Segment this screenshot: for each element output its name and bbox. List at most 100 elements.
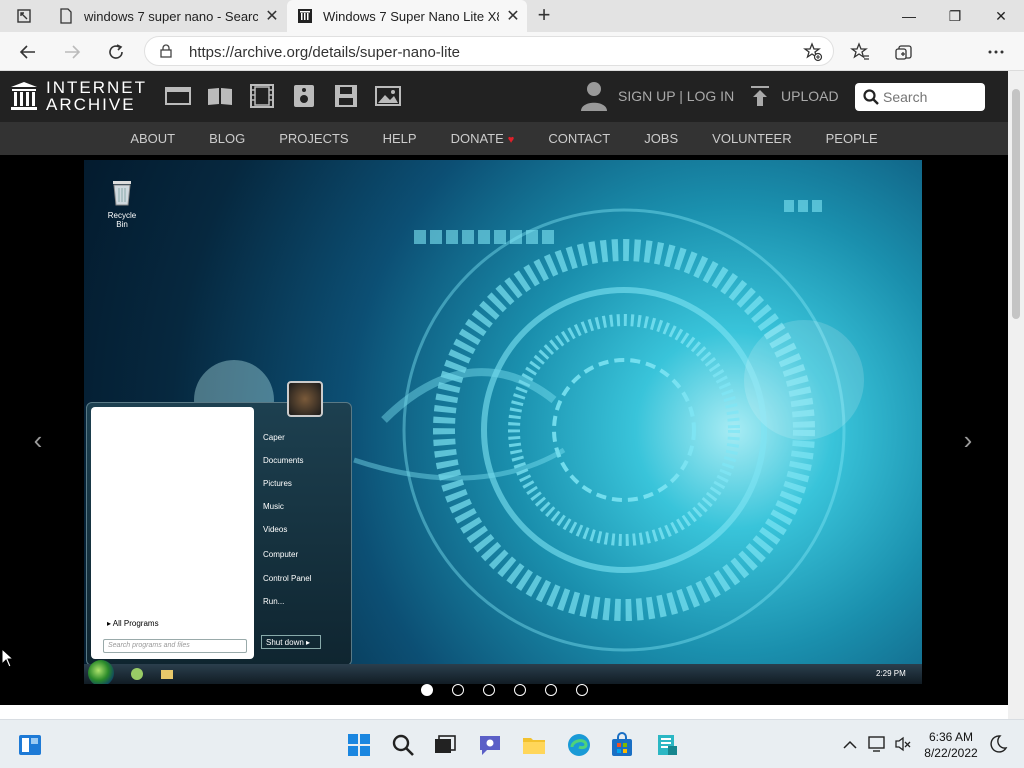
software-icon[interactable] bbox=[333, 84, 359, 108]
win7-start-orb[interactable] bbox=[88, 660, 114, 684]
nav-contact[interactable]: CONTACT bbox=[548, 131, 610, 146]
widgets-icon[interactable] bbox=[17, 732, 43, 758]
nav-about[interactable]: ABOUT bbox=[130, 131, 175, 146]
recycle-bin-desktop-icon[interactable]: Recycle Bin bbox=[102, 178, 142, 229]
audio-icon[interactable] bbox=[291, 84, 317, 108]
signup-login-link[interactable]: SIGN UP | LOG IN bbox=[618, 88, 734, 104]
browser-tabbar: windows 7 super nano - Search ✕ Windows … bbox=[0, 0, 1024, 32]
close-tab-icon[interactable]: ✕ bbox=[258, 6, 286, 26]
add-favorite-icon[interactable] bbox=[803, 42, 823, 62]
slide-dot[interactable] bbox=[420, 684, 433, 696]
start-item-run[interactable]: Run... bbox=[263, 597, 284, 606]
start-item-documents[interactable]: Documents bbox=[263, 456, 303, 465]
slide-dot[interactable] bbox=[544, 684, 557, 696]
windows-start-icon[interactable] bbox=[346, 732, 372, 758]
lock-icon bbox=[160, 44, 172, 58]
recycle-bin-icon bbox=[113, 181, 131, 206]
start-search-field[interactable]: Search programs and files bbox=[103, 639, 247, 653]
microsoft-store-icon[interactable] bbox=[609, 732, 635, 758]
edge-browser-icon[interactable] bbox=[566, 732, 592, 758]
start-item-computer[interactable]: Computer bbox=[263, 550, 298, 559]
slide-dot[interactable] bbox=[451, 684, 464, 696]
back-arrow-icon bbox=[19, 45, 35, 59]
system-clock[interactable]: 6:36 AM 8/22/2022 bbox=[916, 729, 986, 761]
win7-clock[interactable]: 2:29 PM bbox=[876, 669, 906, 678]
refresh-icon bbox=[109, 44, 123, 59]
start-item-music[interactable]: Music bbox=[263, 502, 284, 511]
tab-title: windows 7 super nano - Search bbox=[84, 8, 258, 24]
close-window-button[interactable]: ✕ bbox=[978, 0, 1024, 32]
refresh-button[interactable] bbox=[102, 38, 130, 66]
archive-app-icon[interactable] bbox=[654, 732, 680, 758]
upload-icon[interactable] bbox=[750, 85, 770, 107]
close-tab-icon[interactable]: ✕ bbox=[499, 6, 527, 26]
minimize-button[interactable]: — bbox=[886, 0, 932, 32]
ia-logo-icon[interactable] bbox=[10, 81, 38, 111]
prev-image-button[interactable]: ‹ bbox=[23, 425, 53, 456]
ia-search-box[interactable] bbox=[855, 83, 985, 111]
web-icon[interactable] bbox=[165, 84, 191, 108]
media-player-icon[interactable] bbox=[130, 667, 144, 681]
nav-jobs[interactable]: JOBS bbox=[644, 131, 678, 146]
more-menu-icon[interactable] bbox=[984, 40, 1008, 64]
new-tab-button[interactable]: + bbox=[532, 4, 556, 28]
nav-donate-label: DONATE bbox=[450, 131, 504, 146]
images-icon[interactable] bbox=[375, 84, 401, 108]
nav-projects[interactable]: PROJECTS bbox=[279, 131, 348, 146]
chevron-up-icon[interactable] bbox=[842, 737, 858, 753]
network-icon[interactable] bbox=[868, 735, 888, 753]
wordmark-line1: INTERNET bbox=[46, 78, 147, 97]
page-scrollbar[interactable] bbox=[1008, 71, 1024, 719]
restore-button[interactable]: ❐ bbox=[932, 0, 978, 32]
ia-header: INTERNET ARCHIVE SIGN UP | LOG IN UPLOAD bbox=[0, 71, 1008, 122]
tab-search[interactable]: windows 7 super nano - Search ✕ bbox=[48, 0, 286, 32]
ia-wordmark[interactable]: INTERNET ARCHIVE bbox=[46, 79, 147, 113]
focus-assist-icon[interactable] bbox=[988, 734, 1008, 754]
wordmark-line2: ARCHIVE bbox=[46, 95, 136, 114]
slide-dot[interactable] bbox=[482, 684, 495, 696]
nav-help[interactable]: HELP bbox=[383, 131, 417, 146]
user-icon[interactable] bbox=[580, 80, 608, 112]
tab-archive[interactable]: Windows 7 Super Nano Lite X86 ✕ bbox=[287, 0, 527, 32]
back-button[interactable] bbox=[14, 38, 42, 66]
texts-icon[interactable] bbox=[207, 84, 233, 108]
clock-time: 6:36 AM bbox=[928, 730, 974, 744]
search-icon bbox=[863, 89, 879, 105]
start-item-videos[interactable]: Videos bbox=[263, 525, 287, 534]
start-item-caper[interactable]: Caper bbox=[263, 433, 285, 442]
all-programs-item[interactable]: ▸ All Programs bbox=[107, 619, 159, 628]
teams-chat-icon[interactable] bbox=[477, 732, 503, 758]
nav-blog[interactable]: BLOG bbox=[209, 131, 245, 146]
file-explorer-icon[interactable] bbox=[521, 732, 547, 758]
clock-date: 8/22/2022 bbox=[924, 746, 978, 760]
start-item-pictures[interactable]: Pictures bbox=[263, 479, 292, 488]
user-picture[interactable] bbox=[287, 381, 323, 417]
search-icon[interactable] bbox=[390, 732, 416, 758]
slide-dot[interactable] bbox=[513, 684, 526, 696]
tab-actions-icon[interactable] bbox=[8, 6, 40, 26]
slide-dot[interactable] bbox=[575, 684, 588, 696]
video-icon[interactable] bbox=[249, 84, 275, 108]
explorer-folder-icon[interactable] bbox=[160, 667, 174, 681]
address-toolbar: https://archive.org/details/super-nano-l… bbox=[0, 32, 1024, 94]
start-item-control-panel[interactable]: Control Panel bbox=[263, 574, 311, 583]
next-image-button[interactable]: › bbox=[953, 425, 983, 456]
nav-volunteer[interactable]: VOLUNTEER bbox=[712, 131, 791, 146]
favorites-icon[interactable] bbox=[848, 40, 872, 64]
upload-link[interactable]: UPLOAD bbox=[781, 88, 839, 104]
task-view-icon[interactable] bbox=[432, 732, 458, 758]
win7-start-menu: ▸ All Programs Search programs and files… bbox=[86, 381, 352, 666]
shutdown-button[interactable]: Shut down ▸ bbox=[261, 635, 321, 649]
volume-muted-icon[interactable] bbox=[894, 735, 912, 753]
tab-title: Windows 7 Super Nano Lite X86 bbox=[323, 8, 499, 24]
forward-button[interactable] bbox=[58, 38, 86, 66]
recycle-bin-label: Recycle Bin bbox=[107, 211, 137, 229]
collections-icon[interactable] bbox=[893, 40, 917, 64]
url-text: https://archive.org/details/super-nano-l… bbox=[189, 44, 460, 61]
url-bar[interactable]: https://archive.org/details/super-nano-l… bbox=[144, 36, 834, 66]
all-programs-label: All Programs bbox=[112, 619, 159, 628]
nav-people[interactable]: PEOPLE bbox=[826, 131, 878, 146]
nav-donate[interactable]: DONATE ♥ bbox=[451, 131, 515, 146]
scrollbar-thumb[interactable] bbox=[1012, 89, 1020, 319]
ia-search-input[interactable] bbox=[883, 87, 979, 107]
